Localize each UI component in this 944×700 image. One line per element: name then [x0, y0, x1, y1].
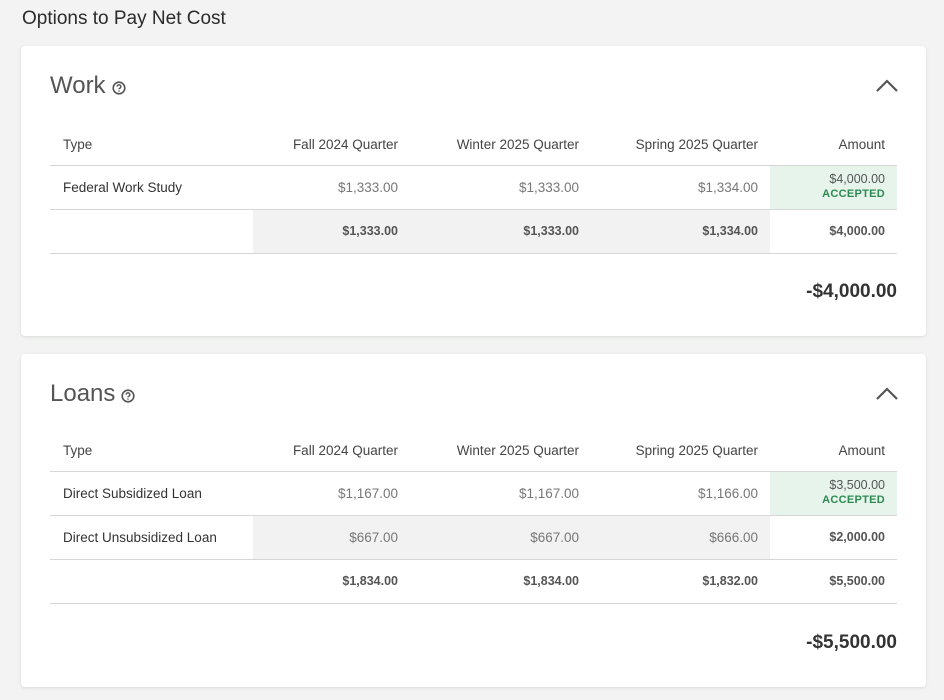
row-amount: $4,000.00 ACCEPTED	[770, 165, 897, 210]
row-fall: $1,333.00	[253, 165, 410, 210]
row-spring: $666.00	[591, 515, 770, 560]
col-amount: Amount	[770, 430, 897, 472]
loans-title: Loans	[50, 380, 116, 407]
row-winter: $1,167.00	[410, 471, 591, 516]
chevron-up-icon	[876, 79, 898, 92]
work-net-total: -$4,000.00	[806, 281, 897, 302]
table-header-row: Type Fall 2024 Quarter Winter 2025 Quart…	[50, 124, 897, 166]
amount-value: $3,500.00	[829, 478, 885, 493]
work-header: Work	[50, 72, 126, 100]
row-type: Direct Subsidized Loan	[50, 471, 253, 516]
help-icon[interactable]	[111, 80, 126, 95]
help-icon[interactable]	[121, 388, 135, 403]
total-winter: $1,834.00	[410, 559, 591, 604]
totals-row: $1,834.00 $1,834.00 $1,832.00 $5,500.00	[50, 559, 897, 604]
row-type: Direct Unsubsidized Loan	[50, 515, 253, 560]
col-fall-2024: Fall 2024 Quarter	[253, 430, 410, 472]
col-spring-2025: Spring 2025 Quarter	[591, 124, 770, 166]
loans-table: Type Fall 2024 Quarter Winter 2025 Quart…	[50, 430, 897, 604]
col-type: Type	[50, 430, 253, 472]
row-type: Federal Work Study	[50, 165, 253, 210]
totals-row: $1,333.00 $1,333.00 $1,334.00 $4,000.00	[50, 209, 897, 254]
row-winter: $1,333.00	[410, 165, 591, 210]
page-title: Options to Pay Net Cost	[22, 8, 226, 29]
amount-value: $4,000.00	[829, 172, 885, 187]
total-amount: $4,000.00	[770, 209, 897, 254]
table-row: Direct Unsubsidized Loan $667.00 $667.00…	[50, 515, 897, 560]
row-spring: $1,166.00	[591, 471, 770, 516]
work-table: Type Fall 2024 Quarter Winter 2025 Quart…	[50, 124, 897, 254]
work-collapse-button[interactable]	[874, 76, 900, 94]
loans-header: Loans	[50, 380, 135, 408]
col-fall-2024: Fall 2024 Quarter	[253, 124, 410, 166]
table-row: Direct Subsidized Loan $1,167.00 $1,167.…	[50, 471, 897, 516]
table-row: Federal Work Study $1,333.00 $1,333.00 $…	[50, 165, 897, 210]
totals-label	[50, 559, 253, 604]
totals-label	[50, 209, 253, 254]
total-amount: $5,500.00	[770, 559, 897, 604]
col-type: Type	[50, 124, 253, 166]
loans-card: Loans Type Fall 2024 Quarter Winter 2025…	[21, 354, 926, 687]
total-fall: $1,333.00	[253, 209, 410, 254]
loans-collapse-button[interactable]	[874, 384, 900, 402]
row-winter: $667.00	[410, 515, 591, 560]
table-header-row: Type Fall 2024 Quarter Winter 2025 Quart…	[50, 430, 897, 472]
status-badge: ACCEPTED	[822, 493, 885, 506]
row-spring: $1,334.00	[591, 165, 770, 210]
row-amount: $3,500.00 ACCEPTED	[770, 471, 897, 516]
total-spring: $1,832.00	[591, 559, 770, 604]
row-amount: $2,000.00	[770, 515, 897, 560]
loans-net-total: -$5,500.00	[806, 632, 897, 653]
chevron-up-icon	[876, 387, 898, 400]
col-spring-2025: Spring 2025 Quarter	[591, 430, 770, 472]
row-fall: $667.00	[253, 515, 410, 560]
total-winter: $1,333.00	[410, 209, 591, 254]
col-winter-2025: Winter 2025 Quarter	[410, 124, 591, 166]
total-spring: $1,334.00	[591, 209, 770, 254]
col-winter-2025: Winter 2025 Quarter	[410, 430, 591, 472]
work-title: Work	[50, 72, 106, 99]
amount-value: $2,000.00	[829, 530, 885, 544]
row-fall: $1,167.00	[253, 471, 410, 516]
total-fall: $1,834.00	[253, 559, 410, 604]
status-badge: ACCEPTED	[822, 187, 885, 200]
col-amount: Amount	[770, 124, 897, 166]
work-card: Work Type Fall 2024 Quarter Winter 2025 …	[21, 46, 926, 336]
